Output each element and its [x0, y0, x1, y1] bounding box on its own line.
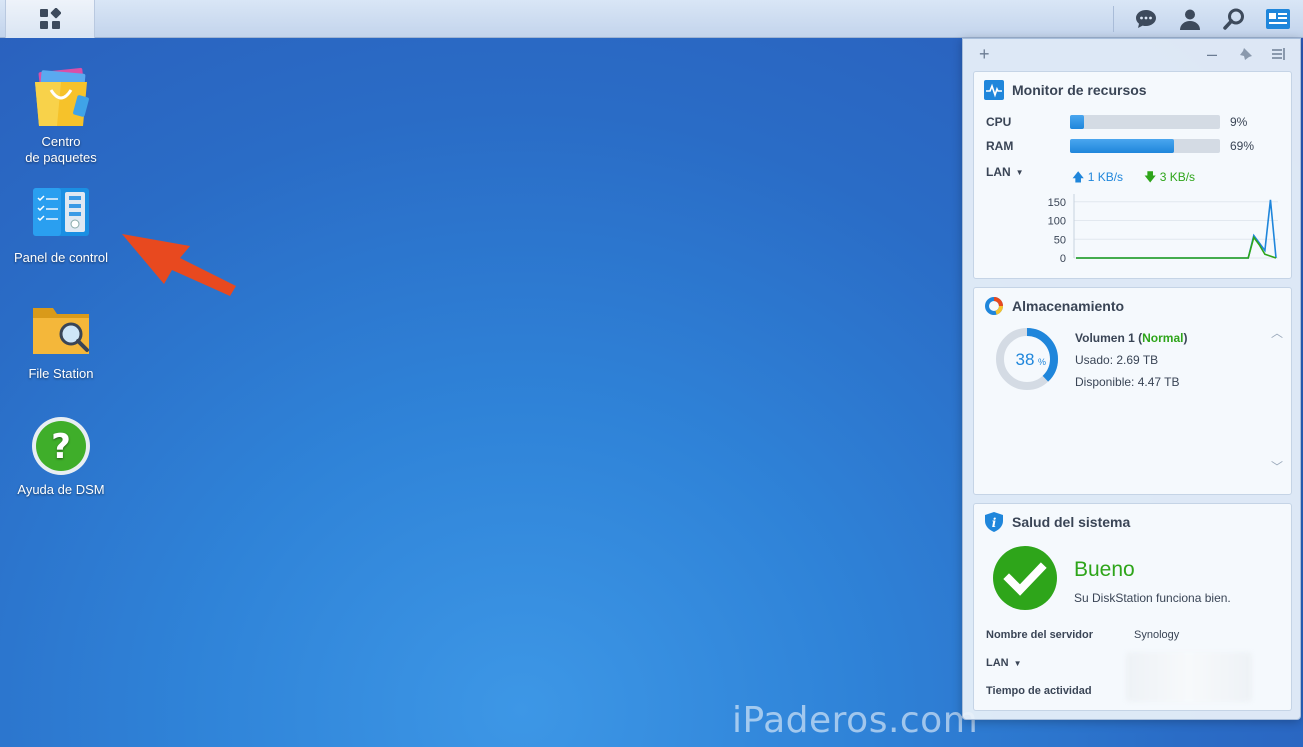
storage-usage-ring: 38 %: [996, 328, 1058, 390]
widget-title: Almacenamiento: [1012, 298, 1125, 314]
desktop-icon-file-station[interactable]: File Station: [1, 298, 121, 382]
lan-upload: 🡅 1 KB/s: [1072, 168, 1123, 189]
cpu-usage-bar: [1070, 115, 1220, 129]
info-shield-icon: i: [985, 512, 1003, 532]
lan-download-value: 3 KB/s: [1159, 170, 1196, 184]
server-name-value: Synology: [1134, 629, 1180, 641]
volume-name: Volumen 1: [1075, 331, 1135, 345]
health-description: Su DiskStation funciona bien.: [1074, 591, 1231, 605]
storage-widget: Almacenamiento 38 % Volumen 1 (Normal) U…: [973, 287, 1292, 495]
desktop-icon-package-center[interactable]: Centro de paquetes: [1, 66, 121, 166]
taskbar-separator: [1113, 6, 1114, 32]
widget-panel: + – Monitor de recursos CPU 9% RAM 69% L…: [962, 38, 1301, 720]
redacted-values: [1126, 652, 1252, 702]
widget-title: Salud del sistema: [1012, 514, 1131, 530]
pin-icon[interactable]: [1239, 47, 1253, 61]
widget-title: Monitor de recursos: [1012, 82, 1147, 98]
desktop-icon-label: Centro de paquetes: [25, 134, 97, 165]
chevron-down-icon[interactable]: ﹀: [1271, 458, 1283, 475]
uptime-label: Tiempo de actividad: [986, 685, 1092, 697]
cpu-label: CPU: [986, 115, 1012, 129]
volume-status: Normal: [1142, 331, 1184, 345]
upload-arrow-icon: 🡅: [1072, 170, 1085, 184]
control-panel-icon: [29, 182, 93, 246]
desktop-icon-label: File Station: [28, 366, 94, 381]
desktop-icon-label: Panel de control: [14, 250, 108, 265]
file-station-icon: [29, 298, 93, 362]
lan-label: LAN: [986, 165, 1011, 179]
resource-monitor-icon: [984, 80, 1004, 100]
ram-usage-fill: [1070, 139, 1174, 153]
chart-y-tick-label: 50: [1054, 234, 1066, 246]
storage-percent: 38: [1016, 350, 1035, 369]
search-icon: [1223, 8, 1244, 30]
chevron-up-icon[interactable]: ︿: [1271, 324, 1283, 341]
chart-y-tick-label: 100: [1048, 216, 1066, 228]
lan-dropdown[interactable]: LAN ▼: [986, 165, 1024, 179]
widgets-button[interactable]: [1264, 6, 1292, 32]
svg-text:?: ?: [51, 427, 71, 467]
help-icon: ?: [29, 414, 93, 478]
lan-download: 🡇 3 KB/s: [1144, 168, 1195, 189]
cpu-usage-fill: [1070, 115, 1084, 129]
desktop-icon-control-panel[interactable]: Panel de control: [1, 182, 121, 266]
volume-used: Usado: 2.69 TB: [1075, 353, 1159, 367]
desktop-icon-dsm-help[interactable]: ? Ayuda de DSM: [1, 414, 121, 498]
widgets-icon: [1266, 9, 1290, 29]
health-lan-dropdown[interactable]: LAN ▼: [986, 657, 1022, 669]
server-name-label: Nombre del servidor: [986, 629, 1093, 641]
storage-icon: [985, 297, 1003, 315]
chevron-down-icon: ▼: [1015, 167, 1024, 177]
lan-chart: 150 100 50 0: [1048, 194, 1278, 265]
add-widget-button[interactable]: +: [979, 44, 990, 65]
storage-percent-sign: %: [1038, 357, 1046, 367]
volume-available: Disponible: 4.47 TB: [1075, 375, 1180, 389]
lan-label: LAN: [986, 657, 1009, 669]
user-icon: [1180, 9, 1200, 30]
ram-value: 69%: [1230, 139, 1255, 153]
main-menu-button[interactable]: [5, 0, 95, 38]
chevron-down-icon: ▼: [1013, 658, 1022, 668]
chart-series-line-1: [1076, 235, 1277, 259]
package-center-icon: [29, 66, 93, 130]
main-menu-icon: [40, 8, 61, 29]
chat-icon: [1136, 10, 1156, 28]
pointer-arrow-icon: [122, 234, 236, 296]
chart-y-tick-label: 0: [1060, 253, 1066, 265]
lan-upload-value: 1 KB/s: [1087, 170, 1124, 184]
health-status: Bueno: [1074, 558, 1135, 581]
desktop-icon-label: Ayuda de DSM: [17, 482, 105, 497]
resource-monitor-widget: Monitor de recursos CPU 9% RAM 69% LAN ▼…: [973, 71, 1292, 279]
svg-text:i: i: [992, 516, 997, 530]
volume-heading: Volumen 1 (Normal): [1075, 331, 1188, 345]
chart-y-tick-label: 150: [1048, 197, 1066, 209]
minimize-widget-button[interactable]: –: [1207, 44, 1217, 65]
watermark: iPaderos.com: [732, 700, 979, 741]
user-button[interactable]: [1177, 6, 1203, 32]
taskbar: [0, 0, 1303, 38]
chat-button[interactable]: [1133, 6, 1159, 32]
ram-usage-bar: [1070, 139, 1220, 153]
ram-label: RAM: [986, 139, 1014, 153]
check-icon: [993, 546, 1057, 610]
system-health-widget: i Salud del sistema Bueno Su DiskStation…: [973, 503, 1292, 711]
chart-series-line-0: [1076, 199, 1277, 259]
panel-menu-icon[interactable]: [1271, 47, 1285, 61]
widget-panel-toolbar: + –: [963, 39, 1300, 69]
download-arrow-icon: 🡇: [1144, 170, 1157, 184]
cpu-value: 9%: [1230, 115, 1248, 129]
search-button[interactable]: [1221, 6, 1247, 32]
